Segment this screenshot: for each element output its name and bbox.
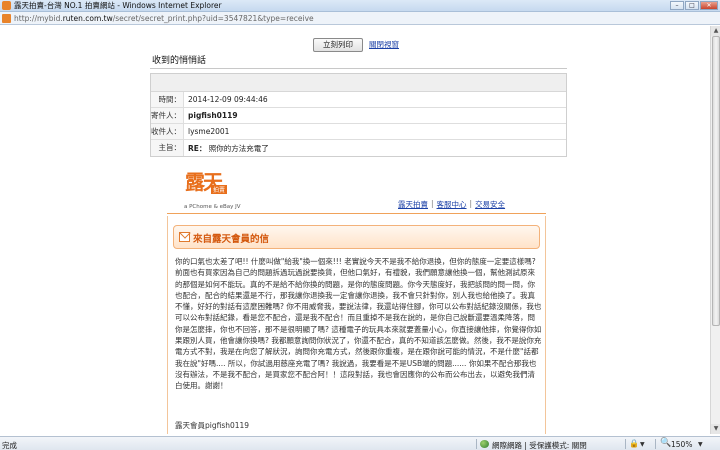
address-bar[interactable]: http://mybid.ruten.com.tw/secret/secret_… xyxy=(0,12,720,25)
ie-page-icon xyxy=(2,1,11,10)
nav-divider xyxy=(167,213,546,214)
address-url[interactable]: http://mybid.ruten.com.tw/secret/secret_… xyxy=(14,14,314,23)
security-zone: 網際網路 | 受保護模式: 關閉 xyxy=(492,441,587,450)
subject-prefix: RE： xyxy=(188,143,207,153)
protected-mode-lock-icon[interactable]: 🔒 xyxy=(629,439,639,448)
zoom-level[interactable]: 150% xyxy=(671,440,692,449)
status-divider xyxy=(625,439,626,449)
window-title: 露天拍賣-台灣 NO.1 拍賣網站 - Windows Internet Exp… xyxy=(14,1,222,10)
site-favicon-icon xyxy=(2,13,11,23)
nav-link-service[interactable]: 客服中心 xyxy=(437,199,467,210)
nav-link-ruten[interactable]: 露天拍賣 xyxy=(398,199,428,210)
info-value: lysme2001 xyxy=(188,127,230,136)
status-text: 完成 xyxy=(2,441,17,450)
logo-subtitle: a PChome & eBay JV xyxy=(184,204,241,210)
info-row-recipient: 收件人： lysme2001 xyxy=(151,124,566,140)
info-label: 收件人： xyxy=(151,124,184,139)
scroll-down-arrow-icon[interactable]: ▼ xyxy=(711,424,720,434)
logo-badge: 拍賣 xyxy=(211,185,228,194)
info-label: 主旨： xyxy=(151,140,184,156)
zoom-chevron-down-icon[interactable]: ▼ xyxy=(698,441,703,448)
info-value: RE： 照你的方法充電了 xyxy=(184,143,269,154)
close-button[interactable]: ✕ xyxy=(700,1,718,10)
info-row-sender: 寄件人： pigfish0119 xyxy=(151,108,566,124)
url-path: /secret/secret_print.php?uid=3547821&typ… xyxy=(112,13,314,23)
scroll-up-arrow-icon[interactable]: ▲ xyxy=(711,26,720,36)
info-value: pigfish0119 xyxy=(184,111,238,120)
letter-header: 來自露天會員的信 xyxy=(173,225,540,249)
vertical-scrollbar[interactable]: ▲ ▼ xyxy=(710,26,720,434)
maximize-button[interactable]: □ xyxy=(685,1,699,10)
info-row-subject: 主旨： RE： 照你的方法充電了 xyxy=(151,140,566,156)
nav-link-safety[interactable]: 交易安全 xyxy=(475,199,505,210)
info-label: 寄件人： xyxy=(151,108,184,123)
letter-signature: 露天會員pigfish0119 xyxy=(175,421,250,430)
site-nav: 露天拍賣 | 客服中心 | 交易安全 xyxy=(398,199,505,210)
envelope-icon xyxy=(179,232,190,242)
title-divider xyxy=(150,68,567,69)
info-label: 時間： xyxy=(151,92,184,107)
letter-body: 你的口氣也太差了吧!! 什麼叫做"給我"換一個來!!! 老實說今天不是我不給你退… xyxy=(175,257,542,391)
status-divider xyxy=(476,439,477,449)
status-bar: 完成 網際網路 | 受保護模式: 關閉 🔒 ▼ 🔍 150% ▼ xyxy=(0,436,720,450)
minimize-button[interactable]: – xyxy=(670,1,684,10)
window-titlebar: 露天拍賣-台灣 NO.1 拍賣網站 - Windows Internet Exp… xyxy=(0,0,720,12)
nav-separator: | xyxy=(431,199,434,208)
scroll-thumb[interactable] xyxy=(712,36,720,326)
message-info-table: 時間： 2014-12-09 09:44:46 寄件人： pigfish0119… xyxy=(150,73,567,157)
print-button[interactable]: 立刻列印 xyxy=(313,38,363,52)
internet-zone-icon xyxy=(480,440,489,448)
nav-separator: | xyxy=(469,199,473,208)
info-row-time: 時間： 2014-12-09 09:44:46 xyxy=(151,92,566,108)
window-controls: – □ ✕ xyxy=(669,1,718,10)
status-divider xyxy=(655,439,656,449)
url-host: ruten.com.tw xyxy=(62,13,113,23)
info-table-header xyxy=(151,74,566,92)
info-value: 2014-12-09 09:44:46 xyxy=(188,95,268,104)
subject-text: 照你的方法充電了 xyxy=(208,143,269,153)
url-prefix: http://mybid. xyxy=(14,13,63,23)
chevron-down-icon[interactable]: ▼ xyxy=(640,441,645,448)
letter-heading: 來自露天會員的信 xyxy=(193,234,270,245)
page-title: 收到的悄悄話 xyxy=(152,56,207,66)
close-window-link[interactable]: 關閉視窗 xyxy=(369,39,399,50)
ruten-logo: 露天 拍賣 a PChome & eBay JV xyxy=(183,166,243,214)
sender-name: pigfish0119 xyxy=(188,111,238,120)
zoom-icon[interactable]: 🔍 xyxy=(660,439,671,448)
